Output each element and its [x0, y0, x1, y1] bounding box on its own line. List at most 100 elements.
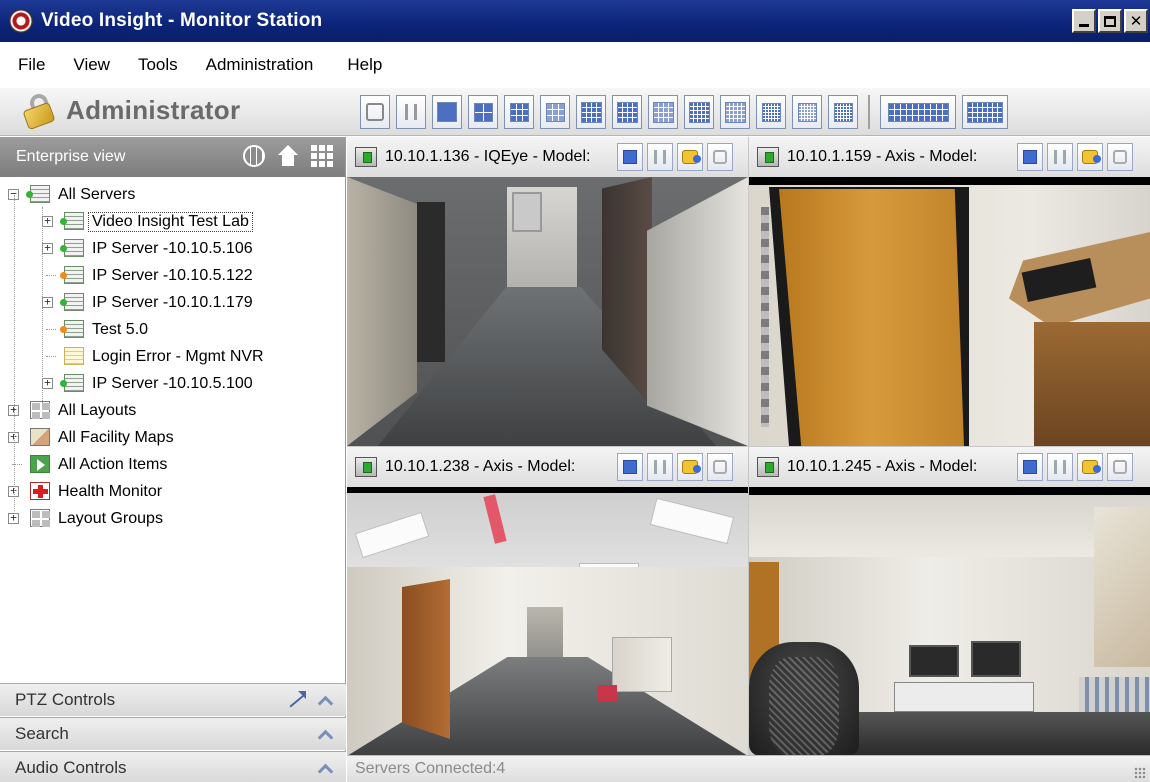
ptz-button[interactable]	[677, 143, 703, 171]
camera-controls	[1017, 143, 1133, 171]
layout-wide-button[interactable]	[880, 95, 956, 129]
close-button[interactable]: ✕	[1124, 9, 1148, 33]
pause-button[interactable]	[647, 143, 673, 171]
fullscreen-button[interactable]	[1017, 453, 1043, 481]
layout-3x3-button[interactable]	[540, 95, 570, 129]
tree-item[interactable]: IP Server -10.10.5.122	[0, 262, 345, 289]
layout-5x5-button[interactable]	[720, 95, 750, 129]
layout-4x4-button[interactable]	[648, 95, 678, 129]
camera-feed-office-door[interactable]	[749, 177, 1150, 446]
menu-file[interactable]: File	[0, 55, 59, 75]
snapshot-button[interactable]	[1107, 143, 1133, 171]
status-bar: Servers Connected:4	[347, 755, 1150, 782]
pin-arrow-icon[interactable]	[286, 691, 306, 709]
chevron-up-icon[interactable]	[318, 730, 332, 740]
minimize-icon	[1079, 24, 1089, 27]
ptz-controls-section[interactable]: PTZ Controls	[0, 683, 346, 716]
camera-tile-2[interactable]: 10.10.1.159 - Axis - Model:	[749, 137, 1150, 446]
server-icon	[64, 347, 84, 365]
camera-feed-hallway[interactable]	[347, 177, 748, 446]
expand-icon[interactable]: +	[42, 296, 53, 308]
tree-item-label: Layout Groups	[58, 509, 163, 527]
ptz-button[interactable]	[1077, 143, 1103, 171]
snapshot-icon	[1113, 460, 1127, 474]
camera-tile-3[interactable]: 10.10.1.238 - Axis - Model:	[347, 447, 748, 756]
grid-icon[interactable]	[311, 145, 333, 167]
camera-header: 10.10.1.136 - IQEye - Model:	[347, 137, 748, 177]
maximize-button[interactable]	[1098, 9, 1122, 33]
layout-toolbar	[360, 95, 1008, 129]
layout-1plus5-button[interactable]	[504, 95, 534, 129]
home-icon[interactable]	[277, 145, 299, 167]
menu-administration[interactable]: Administration	[192, 55, 328, 75]
expand-icon[interactable]: +	[42, 242, 53, 254]
camera-feed-wide-hallway[interactable]	[347, 487, 748, 756]
tree-item[interactable]: + IP Server -10.10.1.179	[0, 289, 345, 316]
snapshot-button[interactable]	[707, 453, 733, 481]
layout-6x6-icon	[797, 102, 817, 122]
tree-guide-line	[14, 195, 15, 511]
globe-icon[interactable]	[243, 145, 265, 167]
expand-icon[interactable]: +	[42, 377, 53, 389]
chevron-up-icon[interactable]	[318, 764, 332, 774]
tree-item[interactable]: + Health Monitor	[0, 478, 345, 505]
layout-2x2-button[interactable]	[468, 95, 498, 129]
ptz-button[interactable]	[1077, 453, 1103, 481]
layout-1x1-button[interactable]	[432, 95, 462, 129]
snapshot-button[interactable]	[1107, 453, 1133, 481]
pause-button[interactable]	[1047, 143, 1073, 171]
pause-icon	[654, 150, 666, 164]
tree-item[interactable]: + Layout Groups	[0, 505, 345, 532]
fullscreen-icon	[623, 460, 637, 474]
camera-header: 10.10.1.159 - Axis - Model:	[749, 137, 1150, 177]
camera-tile-4[interactable]: 10.10.1.245 - Axis - Model:	[749, 447, 1150, 756]
search-label: Search	[15, 724, 69, 743]
camera-header: 10.10.1.245 - Axis - Model:	[749, 447, 1150, 487]
tree-item[interactable]: − All Servers	[0, 181, 345, 208]
layout-5x4-button[interactable]	[684, 95, 714, 129]
search-section[interactable]: Search	[0, 717, 346, 750]
camera-icon	[355, 147, 377, 167]
tree-item[interactable]: Login Error - Mgmt NVR	[0, 343, 345, 370]
tree-item[interactable]: + All Layouts	[0, 397, 345, 424]
menu-help[interactable]: Help	[333, 55, 396, 75]
fullscreen-button[interactable]	[617, 143, 643, 171]
layout-wide2-icon	[967, 101, 1003, 123]
tree-item[interactable]: Test 5.0	[0, 316, 345, 343]
server-icon	[60, 266, 84, 284]
layout-6x6b-button[interactable]	[828, 95, 858, 129]
layout-6x5-button[interactable]	[756, 95, 786, 129]
expand-icon[interactable]: +	[42, 215, 53, 227]
snapshot-icon	[1113, 150, 1127, 164]
fullscreen-icon	[1023, 150, 1037, 164]
menu-view[interactable]: View	[59, 55, 124, 75]
ptz-button[interactable]	[677, 453, 703, 481]
layout-1plus12-button[interactable]	[612, 95, 642, 129]
pause-icon	[1054, 460, 1066, 474]
layout-wide2-button[interactable]	[962, 95, 1008, 129]
expand-icon[interactable]: +	[8, 512, 19, 524]
camera-tile-1[interactable]: 10.10.1.136 - IQEye - Model:	[347, 137, 748, 446]
pause-button[interactable]	[647, 453, 673, 481]
pause-button[interactable]	[1047, 453, 1073, 481]
audio-controls-section[interactable]: Audio Controls	[0, 751, 346, 782]
tree-item[interactable]: All Action Items	[0, 451, 345, 478]
camera-feed-office-monitors[interactable]	[749, 487, 1150, 756]
chevron-up-icon[interactable]	[318, 696, 332, 706]
resize-grip-icon[interactable]	[1134, 767, 1146, 779]
snapshot-button[interactable]	[707, 143, 733, 171]
tree-item[interactable]: + All Facility Maps	[0, 424, 345, 451]
tree-item[interactable]: + IP Server -10.10.5.100	[0, 370, 345, 397]
tree-item[interactable]: + IP Server -10.10.5.106	[0, 235, 345, 262]
fullscreen-button[interactable]	[1017, 143, 1043, 171]
pause-all-button[interactable]	[396, 95, 426, 129]
tree-item[interactable]: + Video Insight Test Lab	[0, 208, 345, 235]
menu-tools[interactable]: Tools	[124, 55, 192, 75]
snapshot-icon	[713, 460, 727, 474]
minimize-button[interactable]	[1072, 9, 1096, 33]
fullscreen-button[interactable]	[617, 453, 643, 481]
menu-bar: File View Tools Administration Help	[0, 42, 1150, 88]
layout-1plus7-button[interactable]	[576, 95, 606, 129]
snapshot-tool-button[interactable]	[360, 95, 390, 129]
layout-6x6-button[interactable]	[792, 95, 822, 129]
